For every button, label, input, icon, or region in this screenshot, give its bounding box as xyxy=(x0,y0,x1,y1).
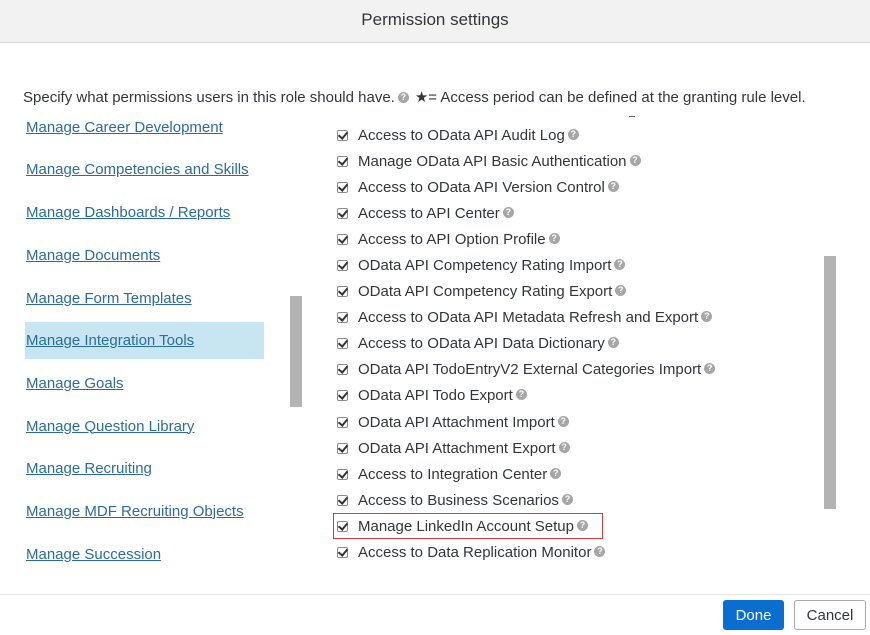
category-link-succession[interactable]: Manage Succession xyxy=(26,536,264,572)
permission-item: OData API Attachment Import? xyxy=(337,411,569,433)
category-link-recruiting[interactable]: Manage Recruiting xyxy=(26,450,264,486)
dialog-title: Permission settings xyxy=(0,0,870,43)
category-link-form-templates[interactable]: Manage Form Templates xyxy=(26,280,264,316)
permission-item: OData API Competency Rating Import? xyxy=(337,254,626,276)
checkbox[interactable] xyxy=(337,259,348,271)
checkbox[interactable] xyxy=(337,442,348,454)
category-link-documents[interactable]: Manage Documents xyxy=(26,237,264,273)
checkbox[interactable] xyxy=(337,416,348,428)
help-icon[interactable]: ? xyxy=(567,128,579,140)
permission-label: Access to OData API Metadata Refresh and… xyxy=(358,308,699,326)
help-icon[interactable]: ? xyxy=(704,362,716,374)
checkbox[interactable] xyxy=(337,468,348,480)
done-button[interactable]: Done xyxy=(723,600,784,630)
permission-label: OData API Competency Rating Export xyxy=(358,282,613,300)
help-icon[interactable]: ? xyxy=(607,336,619,348)
highlight-box xyxy=(333,513,603,539)
footer-divider xyxy=(0,594,870,595)
permission-item: Access to API Center? xyxy=(337,202,514,224)
permission-label: OData API Attachment Import xyxy=(358,413,555,431)
checkbox[interactable] xyxy=(337,546,348,558)
permission-label: OData API Todo Export xyxy=(358,386,513,404)
help-icon[interactable]: ? xyxy=(594,545,606,557)
permission-label: OData API Attachment Export xyxy=(358,439,556,457)
help-icon[interactable]: ? xyxy=(502,206,514,218)
permission-item: Manage OData API Basic Authentication? xyxy=(337,150,641,172)
category-link-competencies-skills[interactable]: Manage Competencies and Skills xyxy=(26,151,264,187)
permission-item: Access to Data Replication Monitor? xyxy=(337,541,606,563)
checkbox[interactable] xyxy=(337,311,348,323)
permission-item: Access to API Option Profile? xyxy=(337,228,560,250)
permissions-description: Specify what permissions users in this r… xyxy=(23,88,863,106)
permission-item: Access to OData API Data Dictionary? xyxy=(337,332,619,354)
permission-label: Access to Data Replication Monitor xyxy=(358,543,592,561)
category-link-question-library[interactable]: Manage Question Library xyxy=(26,408,264,444)
description-text: Specify what permissions users in this r… xyxy=(23,89,395,106)
permission-label: Access to API Center xyxy=(358,204,500,222)
help-icon[interactable]: ? xyxy=(397,91,409,103)
checkbox[interactable] xyxy=(337,337,348,349)
help-icon[interactable]: ? xyxy=(607,180,619,192)
help-icon[interactable]: ? xyxy=(558,441,570,453)
category-link-goals[interactable]: Manage Goals xyxy=(26,365,264,401)
permission-label: Access to Integration Center xyxy=(358,465,548,483)
checkbox[interactable] xyxy=(337,233,348,245)
checkbox[interactable] xyxy=(337,389,348,401)
help-icon[interactable]: ? xyxy=(548,232,560,244)
permission-list-scrollbar[interactable] xyxy=(824,256,836,509)
permission-item: Access to Business Scenarios? xyxy=(337,489,573,511)
category-link-career-development[interactable]: Manage Career Development xyxy=(26,109,264,145)
permission-label: Access to OData API Data Dictionary xyxy=(358,334,605,352)
category-link-integration-tools[interactable]: Manage Integration Tools xyxy=(26,322,264,358)
permission-item: OData API Todo Export? xyxy=(337,384,527,406)
help-icon[interactable]: ? xyxy=(515,388,527,400)
permission-label: OData API TodoEntryV2 External Categorie… xyxy=(358,360,702,378)
help-icon[interactable]: ? xyxy=(557,415,569,427)
permission-label: Access to OData API Version Control xyxy=(358,178,605,196)
help-icon[interactable]: ? xyxy=(701,310,713,322)
category-list-scrollbar[interactable] xyxy=(290,296,302,407)
permission-item: Access to Integration Center? xyxy=(337,463,562,485)
checkbox[interactable] xyxy=(337,494,348,506)
permission-label: Access to API Option Profile xyxy=(358,230,546,248)
permission-item: OData API Competency Rating Export? xyxy=(337,280,627,302)
scroll-overflow-indicator xyxy=(629,116,635,117)
permission-item: OData API Attachment Export? xyxy=(337,437,570,459)
help-icon[interactable]: ? xyxy=(550,467,562,479)
category-link-mdf-recruiting-objects[interactable]: Manage MDF Recruiting Objects xyxy=(26,493,264,529)
checkbox[interactable] xyxy=(337,207,348,219)
checkbox[interactable] xyxy=(337,363,348,375)
star-note: ★= Access period can be defined at the g… xyxy=(414,89,806,106)
permission-label: Access to OData API Audit Log xyxy=(358,126,565,144)
permission-item: Access to OData API Metadata Refresh and… xyxy=(337,306,713,328)
permission-item: OData API TodoEntryV2 External Categorie… xyxy=(337,358,716,380)
checkbox[interactable] xyxy=(337,129,348,141)
category-link-dashboards-reports[interactable]: Manage Dashboards / Reports xyxy=(26,194,264,230)
permission-label: Access to Business Scenarios xyxy=(358,491,559,509)
checkbox[interactable] xyxy=(337,155,348,167)
help-icon[interactable]: ? xyxy=(561,493,573,505)
help-icon[interactable]: ? xyxy=(614,258,626,270)
permission-label: OData API Competency Rating Import xyxy=(358,256,612,274)
help-icon[interactable]: ? xyxy=(615,284,627,296)
checkbox[interactable] xyxy=(337,181,348,193)
cancel-button[interactable]: Cancel xyxy=(794,600,866,630)
permission-item: Access to OData API Audit Log? xyxy=(337,124,579,146)
permission-item: Access to OData API Version Control? xyxy=(337,176,619,198)
checkbox[interactable] xyxy=(337,285,348,297)
help-icon[interactable]: ? xyxy=(629,154,641,166)
permission-label: Manage OData API Basic Authentication xyxy=(358,152,627,170)
